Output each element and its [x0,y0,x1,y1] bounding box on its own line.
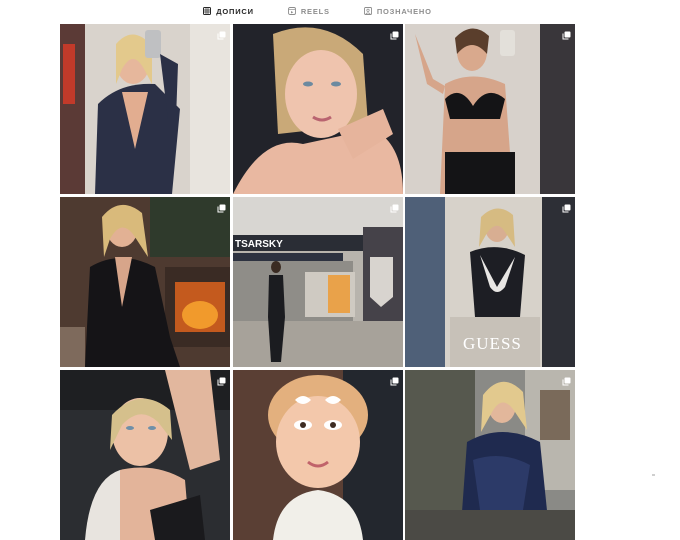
carousel-icon [217,373,226,386]
tab-tagged-label: ПОЗНАЧЕНО [376,6,432,16]
post-image [232,370,403,540]
posts-grid: TSARSKY GUESS [60,24,575,540]
post-image [60,370,230,540]
carousel-icon [562,27,571,40]
reels-icon [287,7,296,15]
post-tile[interactable]: TSARSKY [232,197,403,367]
post-tile[interactable] [60,370,230,540]
post-tile[interactable] [232,24,403,194]
post-image: GUESS [405,197,575,367]
carousel-icon [562,200,571,213]
carousel-icon [390,200,399,213]
tagged-icon [363,7,372,15]
tab-reels[interactable]: REELS [287,5,330,16]
post-image: TSARSKY [232,197,403,367]
post-tile[interactable] [232,370,403,540]
post-tile[interactable]: GUESS [405,197,575,367]
post-image [405,24,575,194]
carousel-icon [217,200,226,213]
carousel-icon [390,27,399,40]
scroll-marker [652,474,655,476]
post-image [405,370,575,540]
profile-tabs: ДОПИСИ REELS ПОЗНАЧЕНО [60,0,575,20]
post-tile[interactable] [405,370,575,540]
tab-tagged[interactable]: ПОЗНАЧЕНО [363,5,432,16]
post-tile[interactable] [60,197,230,367]
post-tile[interactable] [405,24,575,194]
post-tile[interactable] [60,24,230,194]
sign-text: TSARSKY [235,239,283,250]
post-image [60,24,230,194]
post-image [232,24,403,194]
carousel-icon [562,373,571,386]
tab-posts-label: ДОПИСИ [216,6,254,16]
post-image [60,197,230,367]
sign-text: GUESS [463,334,522,353]
tab-reels-label: REELS [300,6,330,16]
carousel-icon [217,27,226,40]
grid-icon [203,7,212,15]
carousel-icon [390,373,399,386]
tab-posts[interactable]: ДОПИСИ [203,5,254,16]
